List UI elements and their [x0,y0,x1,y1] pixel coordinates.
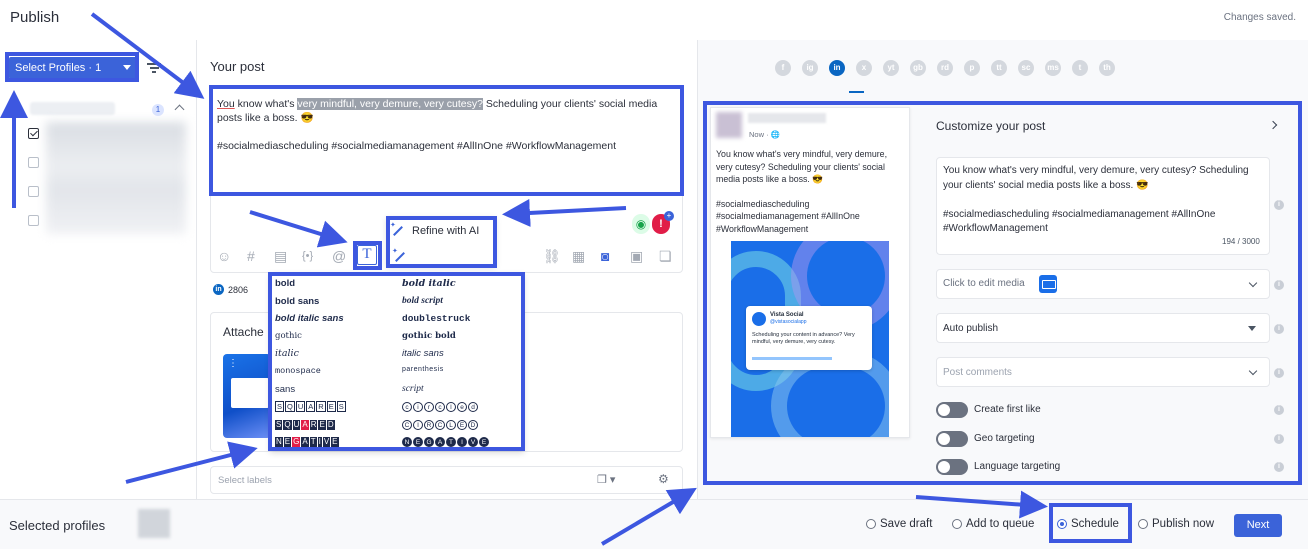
annotation-box [5,52,139,82]
network-tabs: f ig in x yt gb rd p tt sc ms t th [775,60,1115,76]
linkedin-icon: in [213,284,224,295]
labels-placeholder: Select labels [218,475,272,486]
mastodon-icon[interactable]: ms [1045,60,1061,76]
x-icon[interactable]: x [856,60,872,76]
facebook-icon[interactable]: f [775,60,791,76]
profile-checkbox[interactable] [28,215,39,226]
profile-checkbox[interactable] [28,157,39,168]
selected-profiles-label: Selected profiles [9,518,106,533]
reddit-icon[interactable]: rd [937,60,953,76]
active-tab-indicator [849,91,864,93]
threads-icon[interactable]: th [1099,60,1115,76]
linkedin-char-count: 2806 [228,285,249,295]
filter-icon[interactable] [147,63,161,73]
profile-checkbox[interactable] [28,186,39,197]
publish-now-option[interactable]: Publish now [1138,518,1214,530]
group-count-badge: 1 [152,104,164,116]
post-heading: Your post [210,59,265,74]
ai-assistant-icon[interactable]: ◉ [632,214,650,234]
google-business-icon[interactable]: gb [910,60,926,76]
add-to-queue-option[interactable]: Add to queue [952,518,1034,530]
youtube-icon[interactable]: yt [883,60,899,76]
save-draft-option[interactable]: Save draft [866,518,932,530]
annotation-box [386,216,497,268]
saved-captions-icon[interactable]: ▤ [274,248,287,265]
next-button[interactable]: Next [1234,514,1282,537]
instagram-icon[interactable]: ig [802,60,818,76]
annotation-box [703,101,1302,485]
hashtag-icon[interactable]: # [247,248,255,264]
image-icon[interactable]: ▣ [630,248,643,265]
gallery-icon[interactable]: ❏ [659,248,672,265]
pinterest-icon[interactable]: p [964,60,980,76]
attachments-title: Attache [223,325,264,339]
avatar[interactable] [138,509,170,538]
link-icon[interactable]: ⛓ [543,248,561,265]
plus-icon[interactable]: + [664,211,674,221]
mention-icon[interactable]: @ [332,248,346,264]
linkedin-icon[interactable]: in [829,60,845,76]
camera-icon[interactable]: ◙ [601,248,609,264]
profile-list [46,122,186,234]
tiktok-icon[interactable]: tt [991,60,1007,76]
copy-icon[interactable]: ❐ ▾ [597,473,615,486]
snapchat-icon[interactable]: sc [1018,60,1034,76]
save-status: Changes saved. [1223,12,1296,23]
emoji-icon[interactable]: ☺ [217,248,231,264]
profile-checkbox[interactable] [28,128,39,139]
radio-button[interactable] [1138,519,1148,529]
gear-icon[interactable]: ⚙ [658,472,669,486]
profile-group-name [30,102,115,115]
drag-handle-icon[interactable]: ⋮ [228,358,238,369]
media-library-icon[interactable]: ▦ [572,248,585,265]
annotation-box [209,85,684,196]
radio-button[interactable] [952,519,962,529]
variables-icon[interactable]: {•} [302,250,313,262]
attachment-thumbnail[interactable]: ⋮ [223,354,271,438]
radio-button[interactable] [866,519,876,529]
page-title: Publish [10,9,60,26]
annotation-box [353,241,382,270]
tumblr-icon[interactable]: t [1072,60,1088,76]
annotation-box [268,272,525,451]
annotation-box [1049,503,1132,543]
